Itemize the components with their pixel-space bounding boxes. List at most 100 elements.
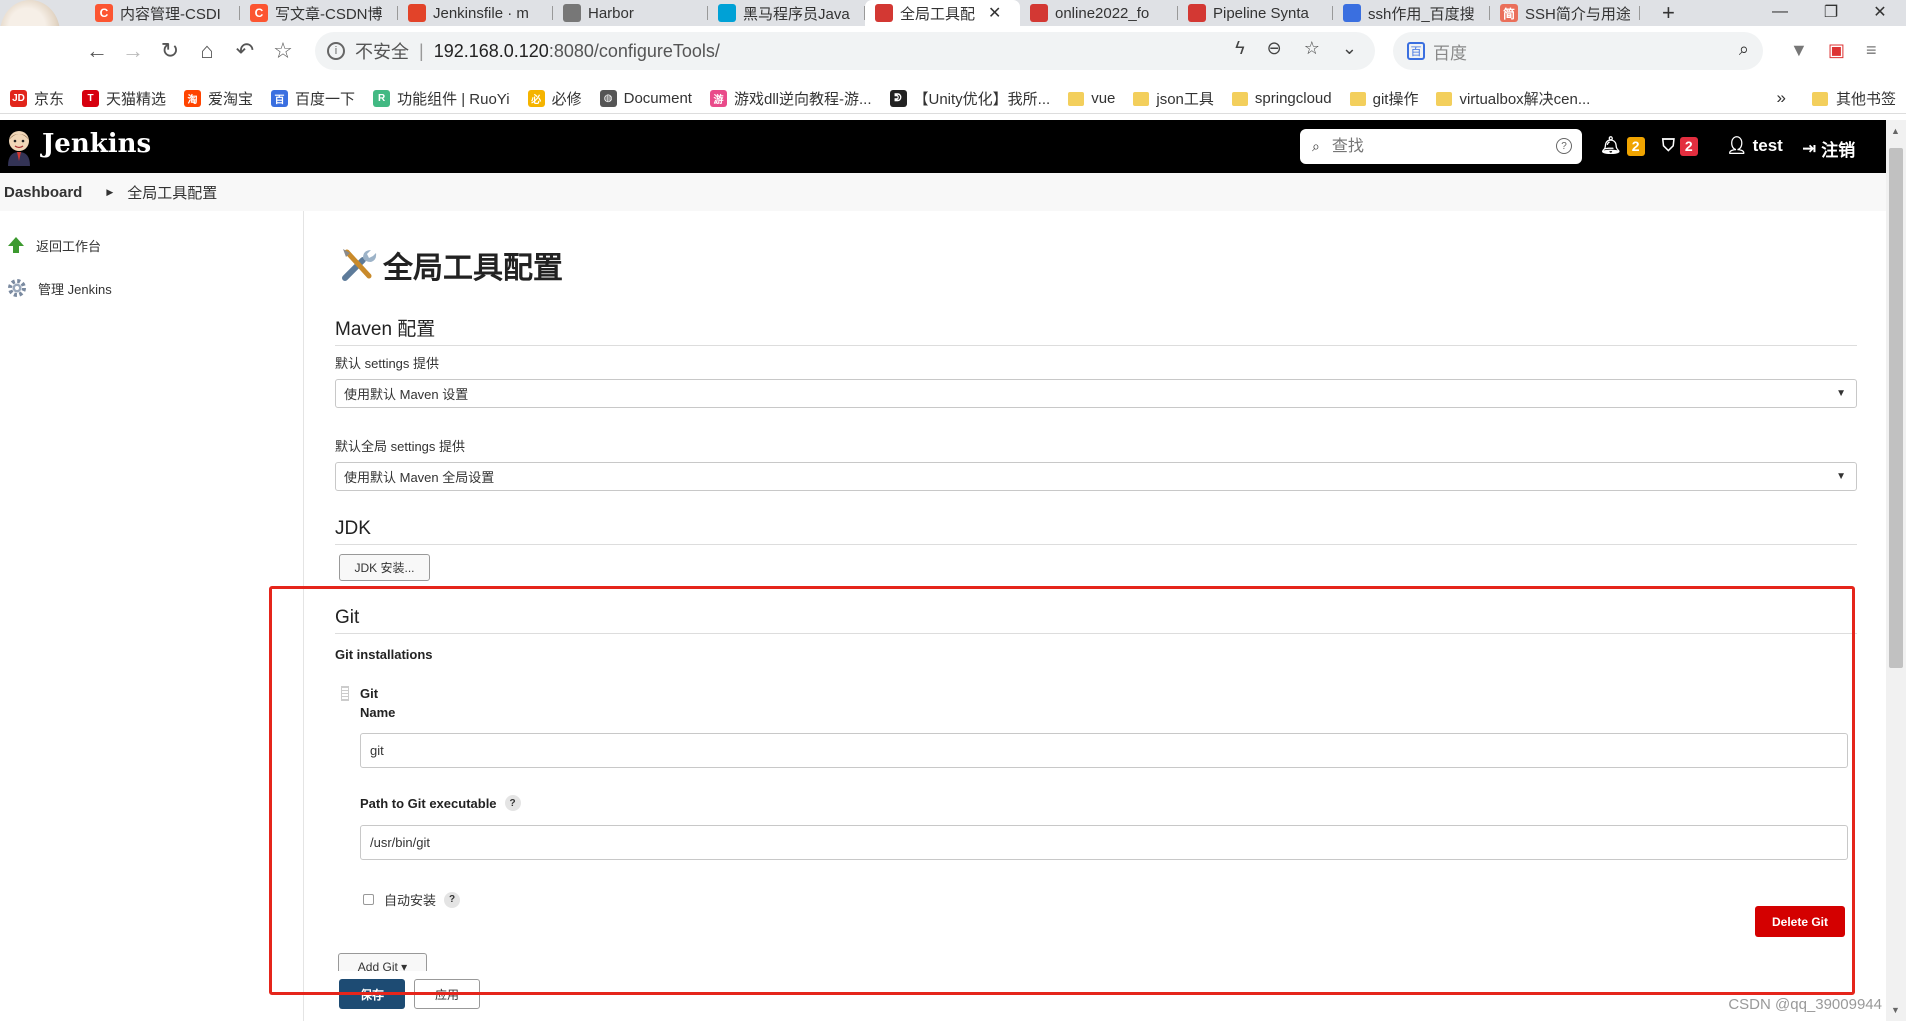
bookmark-item[interactable]: 百百度一下 (271, 88, 355, 109)
jdk-install-button[interactable]: JDK 安装... (339, 554, 430, 581)
browser-tab[interactable]: C 写文章-CSDN博 (240, 0, 398, 26)
jenkins-title[interactable]: Jenkins (42, 129, 151, 159)
extension-icon[interactable]: ▼ (1790, 40, 1808, 61)
url-path: :8080/configureTools/ (548, 40, 720, 61)
dropdown-arrow-icon: ▼ (1836, 388, 1846, 399)
security-button[interactable]: ⛉ 2 (1662, 136, 1698, 156)
menu-icon[interactable]: ≡ (1866, 40, 1877, 61)
restore-icon[interactable]: ❐ (1811, 0, 1851, 24)
bookmark-label: git操作 (1372, 91, 1419, 108)
jenkins-logo-icon[interactable] (4, 128, 34, 166)
bookmark-label: 必修 (551, 91, 582, 108)
new-tab-icon[interactable]: + (1652, 0, 1685, 26)
sidebar-item-manage-jenkins[interactable]: 管理 Jenkins (6, 277, 112, 299)
bookmark-item[interactable]: 淘爱淘宝 (184, 88, 253, 109)
git-path-input[interactable]: /usr/bin/git (360, 825, 1848, 860)
browser-tab[interactable]: C 内容管理-CSDI (85, 0, 240, 26)
bookmark-star-icon[interactable]: ☆ (1304, 38, 1320, 59)
bookmark-item[interactable]: ᕲ 【Unity优化】我所... (889, 88, 1050, 109)
drag-handle-icon[interactable] (341, 686, 349, 701)
minimize-icon[interactable]: — (1760, 0, 1800, 24)
browser-tab[interactable]: 简 SSH简介与用途 (1490, 0, 1640, 26)
logout-icon: ⇥ (1802, 138, 1817, 158)
baidu-icon: 百 (271, 90, 289, 107)
address-bar[interactable]: i 不安全 | 192.168.0.120 :8080/configureToo… (315, 32, 1375, 70)
back-icon[interactable]: ← (82, 36, 112, 66)
logout-button[interactable]: ⇥ 注销 (1802, 136, 1855, 161)
undo-icon[interactable]: ↶ (230, 36, 260, 66)
bookmark-item[interactable]: json工具 (1133, 88, 1214, 109)
game-icon: 游 (709, 90, 727, 107)
apply-button[interactable]: 应用 (414, 979, 480, 1009)
bookmark-item[interactable]: vue (1068, 90, 1115, 107)
star-icon[interactable]: ☆ (268, 36, 298, 66)
save-button[interactable]: 保存 (339, 979, 405, 1009)
lightning-icon[interactable]: ϟ (1235, 38, 1245, 59)
bookmarks-more-icon[interactable]: » (1777, 88, 1786, 108)
reload-icon[interactable]: ↻ (155, 36, 185, 66)
forward-icon[interactable]: → (118, 36, 148, 66)
folder-icon (1349, 91, 1366, 106)
maven-section-title: Maven 配置 (335, 314, 1857, 346)
breadcrumb-current[interactable]: 全局工具配置 (127, 182, 217, 203)
browser-search-placeholder: 百度 (1433, 43, 1467, 63)
zoom-icon[interactable]: ⊖ (1267, 38, 1282, 59)
bookmark-item[interactable]: JD 京东 (10, 88, 64, 109)
maven-settings-select[interactable]: 使用默认 Maven 设置 ▼ (335, 379, 1857, 408)
bookmark-item[interactable]: 游游戏dll逆向教程-游... (709, 88, 872, 109)
tab-separator (1639, 6, 1640, 20)
bookmark-item[interactable]: git操作 (1349, 88, 1419, 109)
globe-icon: ◍ (599, 90, 617, 107)
close-tab-icon[interactable]: ✕ (988, 3, 1001, 23)
git-path-value: /usr/bin/git (370, 835, 430, 850)
logout-label: 注销 (1821, 141, 1856, 160)
scrollbar-thumb[interactable] (1889, 148, 1903, 668)
auto-install-label[interactable]: 自动安装 (384, 890, 436, 909)
info-icon[interactable]: i (327, 42, 345, 60)
browser-search-box[interactable]: 百 百度 ⌕ (1393, 32, 1763, 70)
bookmark-item[interactable]: R 功能组件 | RuoYi (373, 88, 510, 109)
bookmark-item[interactable]: virtualbox解决cen... (1436, 88, 1590, 109)
home-icon[interactable]: ⌂ (192, 36, 222, 66)
browser-tab[interactable]: Pipeline Synta (1178, 0, 1333, 26)
browser-tab[interactable]: 全局工具配 ✕ (865, 0, 1020, 26)
jenkins-search[interactable]: ⌕ ? (1300, 129, 1582, 164)
chevron-down-icon[interactable]: ⌄ (1342, 38, 1357, 59)
sidebar-item-back-to-dashboard[interactable]: 返回工作台 (6, 235, 101, 255)
other-bookmarks[interactable]: 其他书签 (1811, 88, 1896, 109)
bookmark-item[interactable]: ◍ Document (599, 90, 692, 107)
user-menu[interactable]: 👤︎ test (1726, 136, 1783, 156)
browser-tab[interactable]: 黑马程序员Java (708, 0, 865, 26)
bookmarks-bar: JD 京东 T 天猫精选淘爱淘宝百百度一下 R 功能组件 | RuoYi 必必修 ◍ Docum… (0, 84, 1906, 114)
breadcrumb-caret-icon[interactable]: ▶ (106, 187, 113, 198)
git-name-input[interactable]: git (360, 733, 1848, 768)
scrollbar[interactable]: ▲ ▼ (1886, 120, 1906, 1021)
insecure-label: 不安全 (355, 42, 409, 62)
git-entry-title: Git (360, 686, 379, 701)
scroll-down-icon[interactable]: ▼ (1891, 1005, 1900, 1015)
scroll-up-icon[interactable]: ▲ (1891, 126, 1900, 136)
breadcrumb-dashboard[interactable]: Dashboard (4, 184, 82, 201)
pdf-icon[interactable]: ▣ (1828, 40, 1845, 61)
delete-git-button[interactable]: Delete Git (1755, 906, 1845, 937)
help-icon[interactable]: ? (1556, 138, 1572, 154)
shield-icon: ⛉ (1662, 136, 1675, 155)
auto-install-checkbox[interactable] (363, 894, 374, 905)
browser-tab[interactable]: Jenkinsfile · m (398, 0, 553, 26)
help-icon[interactable]: ? (444, 891, 461, 908)
search-icon[interactable]: ⌕ (1739, 39, 1749, 60)
notifications-button[interactable]: 🔔︎ 2 (1600, 136, 1645, 156)
browser-tab[interactable]: Harbor (553, 0, 708, 26)
bookmark-item[interactable]: T 天猫精选 (82, 88, 166, 109)
jdk-section-title: JDK (335, 518, 1857, 545)
close-window-icon[interactable]: ✕ (1860, 0, 1900, 24)
add-git-button[interactable]: Add Git ▾ (338, 953, 427, 971)
browser-tab[interactable]: online2022_fo (1020, 0, 1178, 26)
bookmark-item[interactable]: 必必修 (527, 88, 582, 109)
browser-tab[interactable]: ssh作用_百度搜 (1333, 0, 1490, 26)
jenkins-search-input[interactable] (1329, 136, 1540, 157)
help-icon[interactable]: ? (504, 795, 521, 811)
bookmark-item[interactable]: springcloud (1231, 90, 1332, 107)
maven-global-settings-select[interactable]: 使用默认 Maven 全局设置 ▼ (335, 462, 1857, 491)
ruoyi-icon: R (373, 90, 391, 107)
